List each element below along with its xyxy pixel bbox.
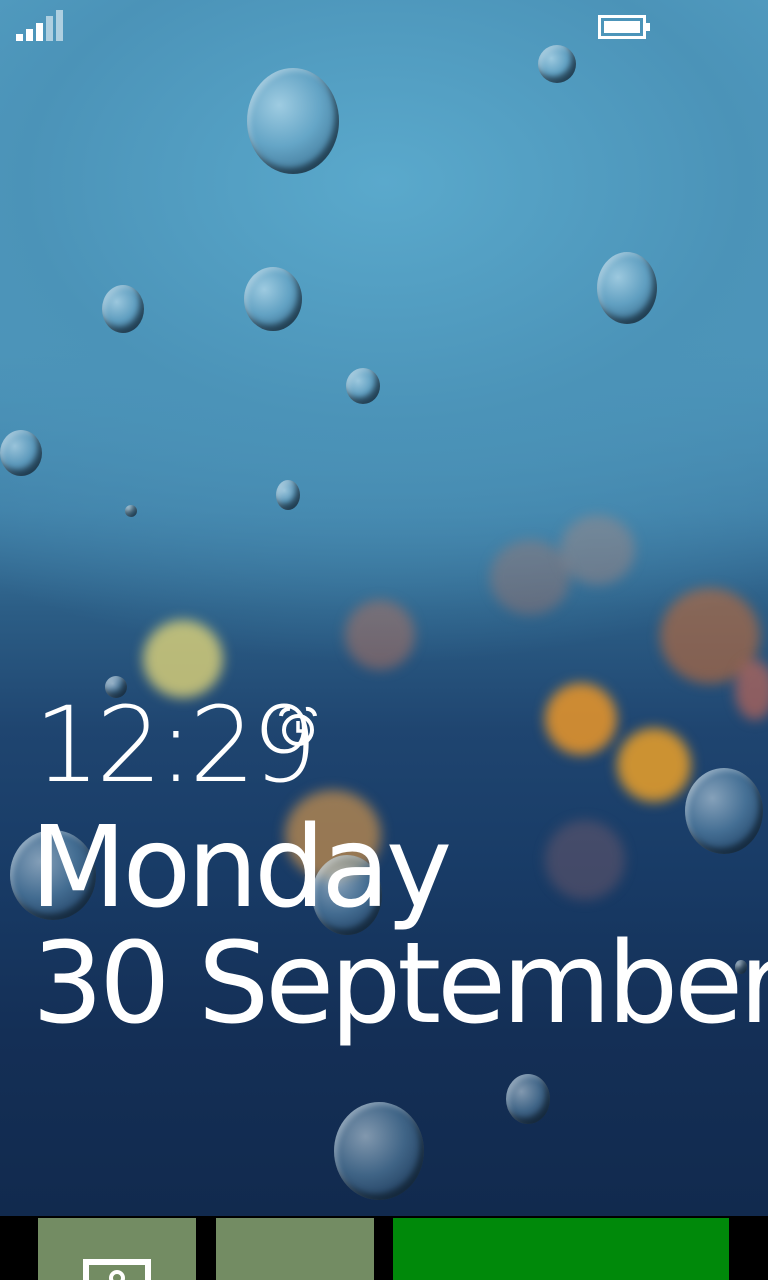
water-drop [0, 430, 42, 476]
lock-screen[interactable]: 12:29 Monday 30 September [0, 0, 768, 1280]
date-label: 30 September [32, 919, 768, 1049]
water-drop [346, 368, 380, 404]
bokeh-light [490, 540, 570, 615]
bokeh-light [545, 683, 617, 755]
water-drop [276, 480, 300, 510]
app-tile-contacts[interactable] [38, 1218, 196, 1280]
day-label: Monday [30, 803, 452, 933]
bokeh-light [345, 600, 415, 670]
alarm-clock-icon [279, 706, 317, 746]
bokeh-light [560, 515, 635, 585]
app-tile-wide[interactable] [393, 1218, 729, 1280]
app-tile[interactable] [216, 1218, 374, 1280]
water-drop [125, 505, 137, 517]
clock-time: 12:29 [34, 684, 318, 806]
water-drop [506, 1074, 550, 1124]
contact-card-icon [83, 1259, 151, 1280]
app-tiles-strip [0, 1216, 768, 1280]
water-drop [334, 1102, 424, 1200]
signal-strength-icon [16, 10, 63, 41]
water-drop [597, 252, 657, 324]
bokeh-light [545, 820, 625, 900]
water-drop [244, 267, 302, 331]
status-bar [0, 0, 768, 56]
battery-icon [598, 15, 650, 39]
bokeh-light [735, 660, 768, 720]
water-drop [685, 768, 763, 854]
water-drop [102, 285, 144, 333]
bokeh-light [617, 728, 691, 802]
water-drop [247, 68, 339, 174]
